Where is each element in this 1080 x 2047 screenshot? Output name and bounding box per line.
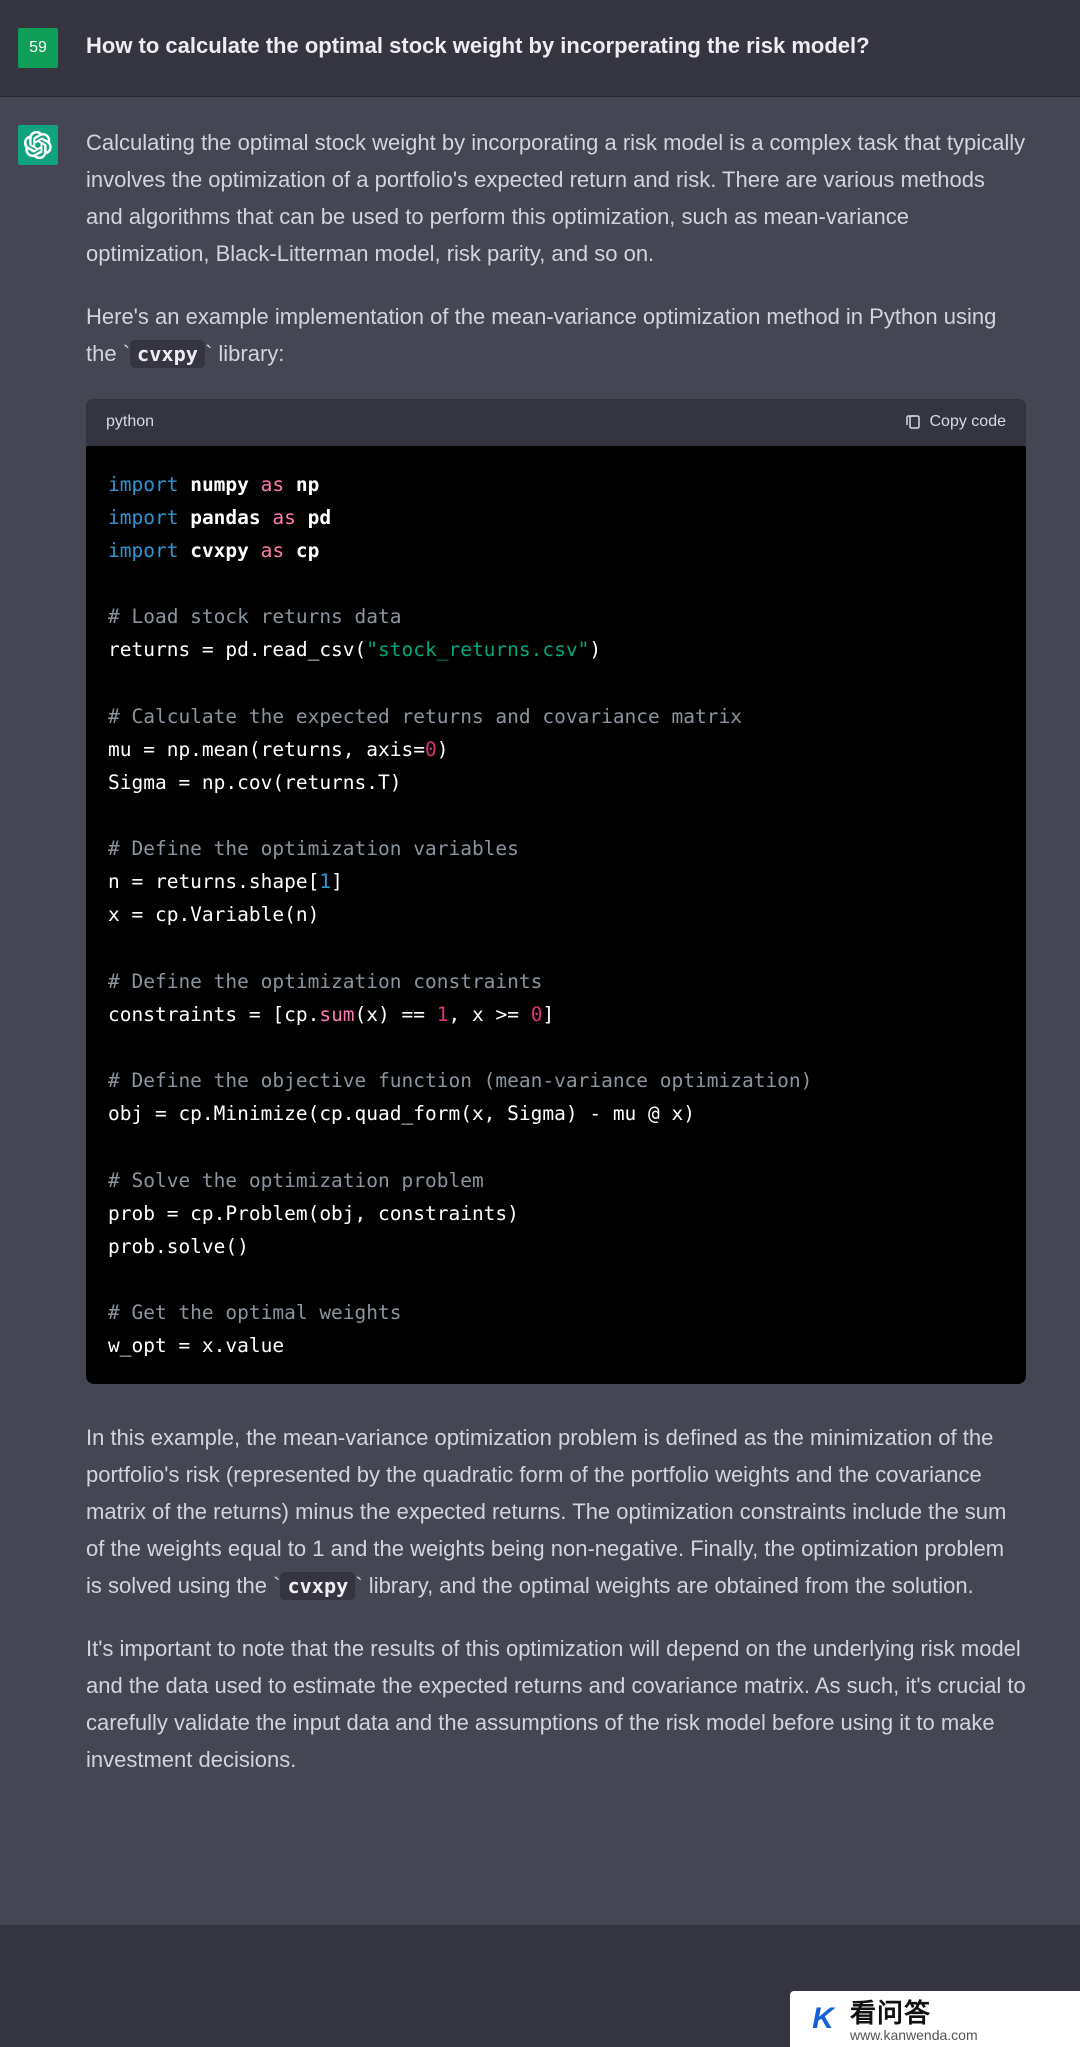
user-message-row: 59 How to calculate the optimal stock we…	[0, 0, 1080, 97]
p2-post: library:	[212, 341, 284, 366]
watermark-overlay: K 看问答 www.kanwenda.com	[790, 1991, 1080, 2047]
watermark-title: 看问答	[850, 1999, 978, 2028]
user-message-text: How to calculate the optimal stock weigh…	[86, 28, 1026, 68]
clipboard-icon	[904, 413, 922, 431]
copy-code-button[interactable]: Copy code	[904, 409, 1007, 436]
user-avatar-col: 59	[18, 28, 58, 68]
code-header: python Copy code	[86, 399, 1026, 446]
code-language-label: python	[106, 409, 154, 436]
assistant-paragraph-2: Here's an example implementation of the …	[86, 299, 1026, 373]
code-block: python Copy code import numpy as np impo…	[86, 399, 1026, 1385]
assistant-paragraph-3: In this example, the mean-variance optim…	[86, 1420, 1026, 1605]
copy-code-label: Copy code	[930, 409, 1007, 436]
assistant-avatar	[18, 125, 58, 165]
inline-code-cvxpy-1: cvxpy	[130, 340, 205, 368]
assistant-avatar-col	[18, 125, 58, 1805]
p3-post: library, and the optimal weights are obt…	[363, 1573, 974, 1598]
watermark-text: 看问答 www.kanwenda.com	[850, 1999, 978, 2043]
openai-logo-icon	[24, 131, 52, 159]
assistant-paragraph-4: It's important to note that the results …	[86, 1631, 1026, 1779]
assistant-message-content: Calculating the optimal stock weight by …	[86, 125, 1026, 1805]
watermark-logo-icon: K	[806, 2001, 840, 2035]
assistant-message-row: Calculating the optimal stock weight by …	[0, 97, 1080, 1925]
assistant-paragraph-1: Calculating the optimal stock weight by …	[86, 125, 1026, 273]
inline-code-cvxpy-2: cvxpy	[280, 1572, 355, 1600]
user-avatar: 59	[18, 28, 58, 68]
user-avatar-label: 59	[29, 39, 47, 57]
code-body[interactable]: import numpy as np import pandas as pd i…	[86, 446, 1026, 1385]
watermark-url: www.kanwenda.com	[850, 2028, 978, 2043]
